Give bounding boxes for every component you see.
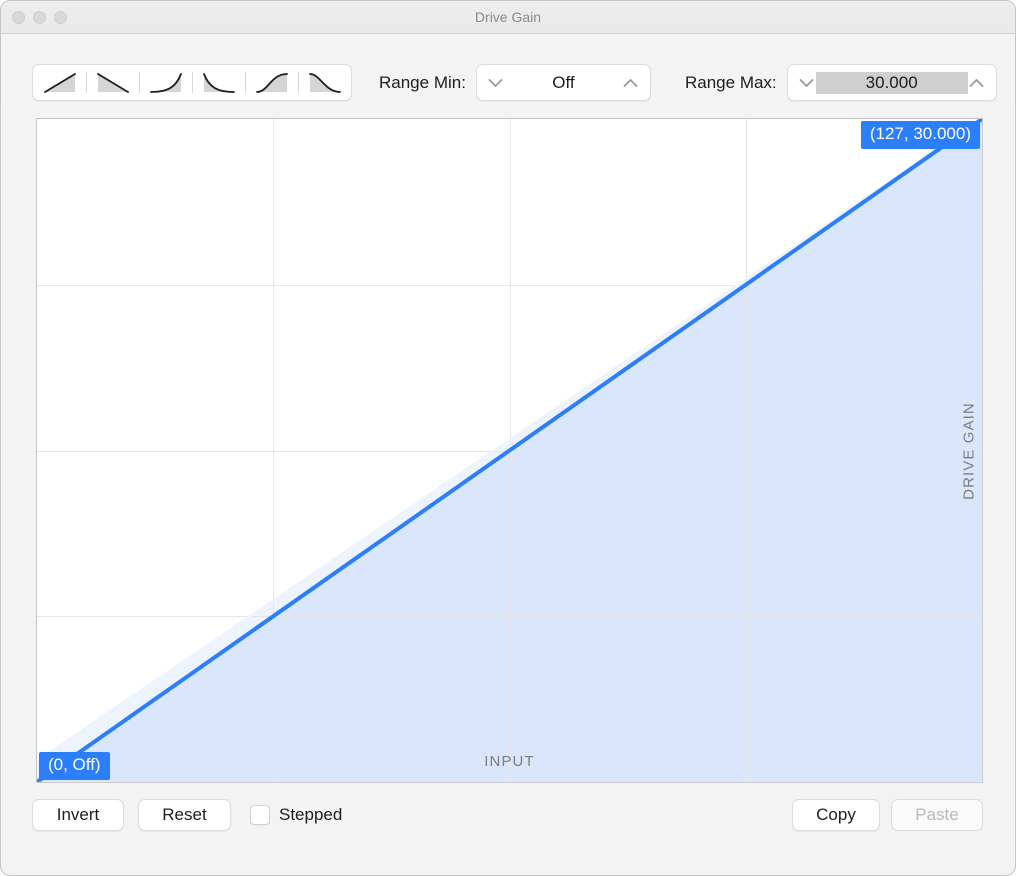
- concave-down-icon: [201, 71, 237, 95]
- range-max-label: Range Max:: [685, 73, 777, 93]
- stepped-checkbox[interactable]: [250, 805, 270, 825]
- range-min-control: Range Min: Off: [379, 64, 651, 101]
- chevron-down-icon[interactable]: [487, 74, 505, 92]
- curve-shape-linear-up-button[interactable]: [33, 65, 86, 100]
- curve-shape-s-curve-down-button[interactable]: [298, 65, 351, 100]
- window-title: Drive Gain: [1, 9, 1015, 25]
- copy-button[interactable]: Copy: [792, 799, 880, 831]
- footer-toolbar: Invert Reset Stepped Copy Paste: [1, 799, 1015, 859]
- stepped-label: Stepped: [279, 805, 342, 825]
- range-max-control: Range Max: 30.000: [685, 64, 997, 101]
- chevron-up-icon[interactable]: [622, 74, 640, 92]
- curve-editor-graph[interactable]: INPUT DRIVE GAIN (127, 30.000) (0, Off): [36, 118, 983, 783]
- toolbar: Range Min: Off Range Max: 30.000: [1, 34, 1015, 106]
- curve-shape-s-curve-up-button[interactable]: [245, 65, 298, 100]
- stepped-checkbox-group[interactable]: Stepped: [250, 799, 342, 831]
- curve-shape-convex-up-button[interactable]: [139, 65, 192, 100]
- curve-shape-linear-down-button[interactable]: [86, 65, 139, 100]
- linear-down-icon: [95, 71, 131, 95]
- invert-button[interactable]: Invert: [32, 799, 124, 831]
- s-curve-down-icon: [307, 71, 343, 95]
- range-min-label: Range Min:: [379, 73, 466, 93]
- range-max-value[interactable]: 30.000: [816, 72, 968, 94]
- max-point-badge[interactable]: (127, 30.000): [861, 121, 980, 149]
- linear-up-icon: [42, 71, 78, 95]
- range-min-value[interactable]: Off: [505, 73, 622, 93]
- paste-button: Paste: [891, 799, 983, 831]
- chevron-down-icon[interactable]: [798, 74, 816, 92]
- convex-up-icon: [148, 71, 184, 95]
- range-min-field[interactable]: Off: [476, 64, 651, 101]
- curve-shape-segmented-control[interactable]: [32, 64, 352, 101]
- reset-button[interactable]: Reset: [138, 799, 231, 831]
- drive-gain-window: Drive Gain: [0, 0, 1016, 876]
- curve-plot[interactable]: [37, 119, 982, 782]
- range-max-field[interactable]: 30.000: [787, 64, 997, 101]
- min-point-badge[interactable]: (0, Off): [39, 752, 110, 780]
- chevron-up-icon[interactable]: [968, 74, 986, 92]
- s-curve-up-icon: [254, 71, 290, 95]
- curve-shape-concave-down-button[interactable]: [192, 65, 245, 100]
- window-titlebar: Drive Gain: [1, 1, 1015, 34]
